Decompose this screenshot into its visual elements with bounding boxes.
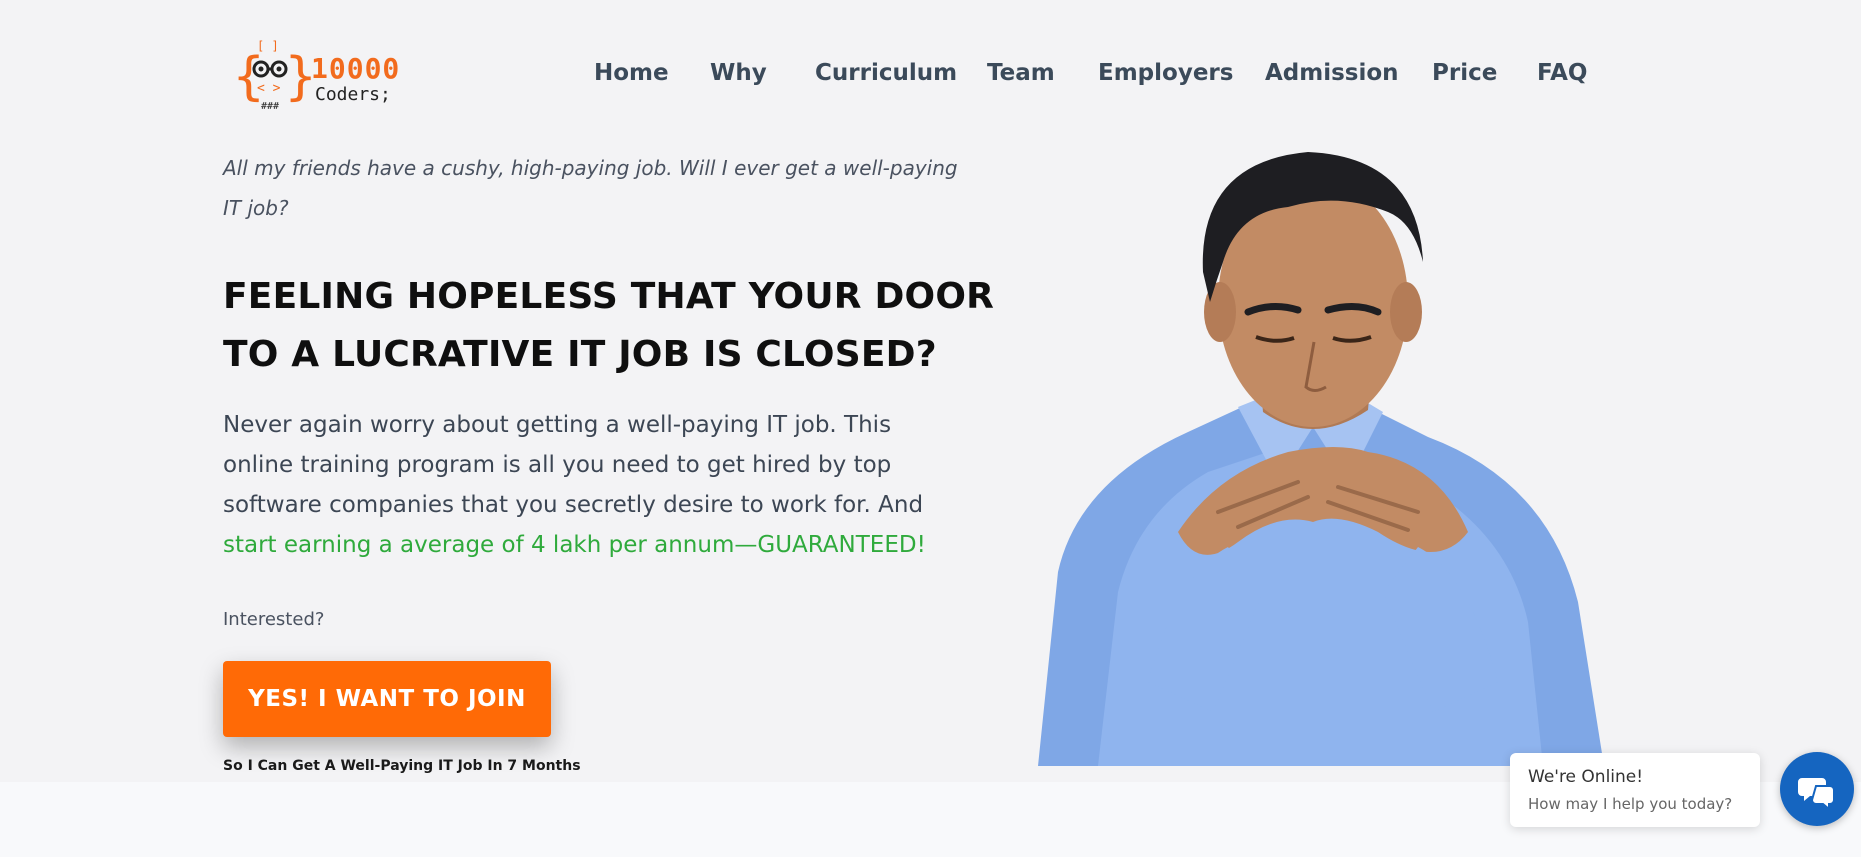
cta-subtext: So I Can Get A Well-Paying IT Job In 7 M… [223, 758, 581, 774]
hero-person-image [1038, 152, 1604, 766]
hero-headline: FEELING HOPELESS THAT YOUR DOOR TO A LUC… [223, 276, 995, 375]
nav-home[interactable]: Home [594, 60, 669, 86]
nav-faq[interactable]: FAQ [1537, 60, 1587, 86]
site-header: [ ] { } < > ### 10000 Coders; Home Why C… [0, 0, 1861, 150]
nav-curriculum[interactable]: Curriculum [815, 60, 957, 86]
site-logo[interactable]: [ ] { } < > ### 10000 Coders; [235, 36, 415, 116]
chat-greeting-bubble[interactable]: We're Online! How may I help you today? [1510, 753, 1760, 827]
nav-employers[interactable]: Employers [1098, 60, 1233, 86]
chat-launcher-button[interactable] [1780, 752, 1854, 826]
chat-bubbles-icon [1798, 778, 1835, 812]
nav-team[interactable]: Team [987, 60, 1055, 86]
logo-name: Coders; [315, 84, 391, 105]
nav-why[interactable]: Why [710, 60, 767, 86]
hero-quote: All my friends have a cushy, high-paying… [223, 156, 958, 220]
nav-admission[interactable]: Admission [1265, 60, 1399, 86]
logo-number: 10000 [311, 52, 401, 85]
svg-text:< >: < > [257, 81, 281, 96]
robot-logo-icon: [ ] { } < > ### [235, 39, 315, 112]
hero-body-text: Never again worry about getting a well-p… [223, 412, 924, 518]
join-button[interactable]: YES! I WANT TO JOIN [223, 661, 551, 737]
hero-body-highlight: start earning a average of 4 lakh per an… [223, 532, 926, 558]
svg-text:###: ### [261, 101, 279, 112]
hero-body: Never again worry about getting a well-p… [223, 405, 963, 565]
nav-price[interactable]: Price [1432, 60, 1497, 86]
interested-label: Interested? [223, 609, 325, 630]
chat-subtitle: How may I help you today? [1528, 795, 1733, 813]
chat-title: We're Online! [1528, 767, 1644, 787]
